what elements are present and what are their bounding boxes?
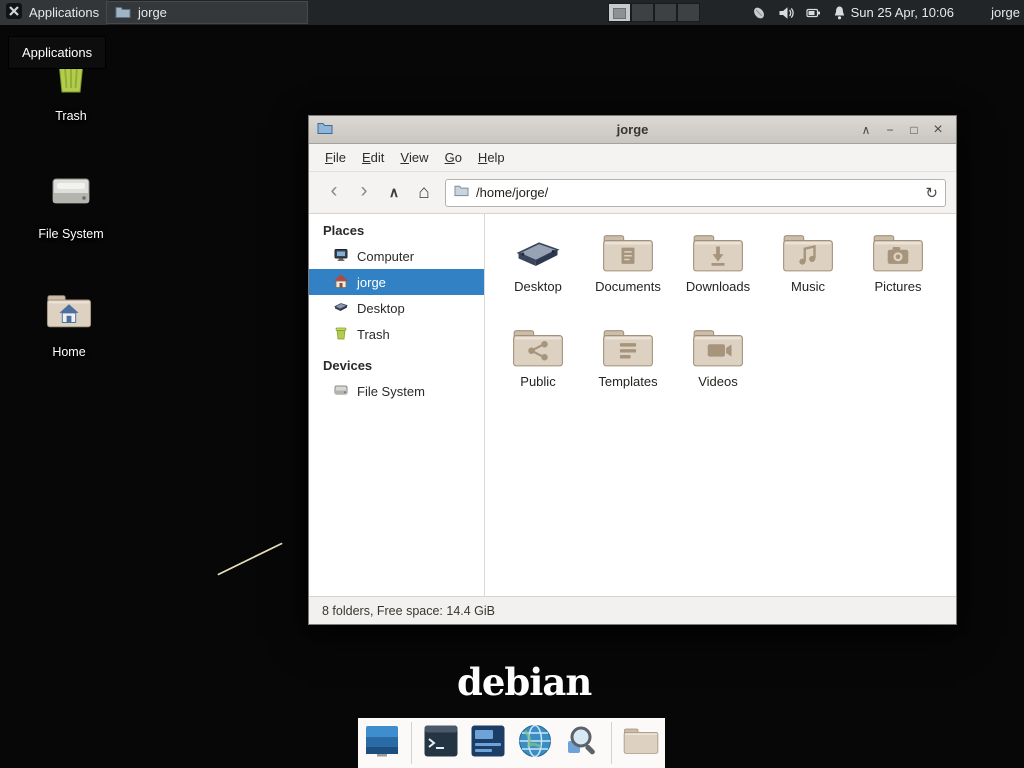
desktop[interactable]: Applications jorge [0,0,1024,768]
file-manager-launcher[interactable] [623,725,659,761]
desktop-icon-filesystem[interactable]: File System [25,168,117,241]
path-folder-icon [454,183,469,202]
workspace-1[interactable] [608,3,631,22]
debian-logo: debian [457,660,591,704]
status-text: 8 folders, Free space: 14.4 GiB [322,604,495,618]
file-manager-window: jorge ∧ − □ × File Edit View Go Help ‹ ›… [308,115,957,625]
sidebar-item-trash[interactable]: Trash [309,321,484,347]
wallpaper-swirl-line [217,542,283,575]
dock-separator [411,722,412,764]
sidebar-header-devices: Devices [309,351,484,378]
menu-view[interactable]: View [392,144,436,171]
show-desktop-icon [364,723,400,764]
system-tray [750,0,847,25]
templates-folder-icon [602,318,654,370]
workspace-2[interactable] [631,3,654,22]
file-manager-folder-icon [623,725,659,762]
dock-panel [358,718,665,768]
computer-icon [333,247,349,266]
mouse-icon[interactable] [750,5,768,21]
menu-file[interactable]: File [317,144,354,171]
drive-icon [48,168,94,219]
file-item-desktop[interactable]: Desktop [493,223,583,318]
sidebar-item-computer[interactable]: Computer [309,243,484,269]
file-item-downloads[interactable]: Downloads [673,223,763,318]
forward-button[interactable]: › [349,177,379,208]
desktop-icon-home[interactable]: Home [23,290,115,359]
sidebar: Places Computer jorge [309,214,485,596]
volume-icon[interactable] [778,5,795,21]
file-item-music[interactable]: Music [763,223,853,318]
menu-go[interactable]: Go [437,144,470,171]
music-folder-icon [782,223,834,275]
toolbar: ‹ › ∧ ⌂ /home/jorge/ ↻ [309,172,956,214]
home-icon [333,273,349,292]
videos-folder-icon [692,318,744,370]
window-titlebar[interactable]: jorge ∧ − □ × [309,116,956,144]
browser-globe-icon [517,723,553,764]
file-item-documents[interactable]: Documents [583,223,673,318]
sidebar-item-jorge[interactable]: jorge [309,269,484,295]
taskbar-window-label: jorge [138,5,167,20]
desktop-folder-icon [512,223,564,275]
app-finder-launcher[interactable] [564,725,600,761]
web-browser-launcher[interactable] [517,725,553,761]
desktop-icon-label: File System [38,227,103,241]
drive-small-icon [333,382,349,401]
menu-edit[interactable]: Edit [354,144,392,171]
downloads-folder-icon [692,223,744,275]
path-bar[interactable]: /home/jorge/ ↻ [445,179,946,207]
home-button[interactable]: ⌂ [409,179,439,207]
top-panel: Applications jorge [0,0,1024,25]
status-bar: 8 folders, Free space: 14.4 GiB [309,596,956,624]
sidebar-item-file-system[interactable]: File System [309,378,484,404]
maximize-button[interactable]: □ [904,120,924,139]
notifications-bell-icon[interactable] [832,5,847,21]
back-button[interactable]: ‹ [319,177,349,208]
file-item-templates[interactable]: Templates [583,318,673,413]
applications-menu-label: Applications [29,5,99,20]
trash-small-icon [333,325,349,344]
menu-bar: File Edit View Go Help [309,144,956,172]
applications-menu-icon [5,2,23,23]
terminal-icon [423,723,459,764]
dock-separator [611,722,612,764]
panel-username[interactable]: jorge [991,0,1020,25]
workspace-miniwindow [613,8,626,19]
app-finder-magnifier-icon [564,723,600,764]
workspace-3[interactable] [654,3,677,22]
folder-icon [115,4,131,22]
system-monitor-icon [470,723,506,764]
file-item-pictures[interactable]: Pictures [853,223,943,318]
file-item-videos[interactable]: Videos [673,318,763,413]
applications-menu-button[interactable]: Applications [0,0,108,25]
file-grid: Desktop Documents [485,214,956,596]
file-item-public[interactable]: Public [493,318,583,413]
clock[interactable]: Sun 25 Apr, 10:06 [851,0,954,25]
minimize-button[interactable]: − [880,120,900,139]
workspace-4[interactable] [677,3,700,22]
battery-icon[interactable] [805,5,822,21]
sidebar-item-desktop[interactable]: Desktop [309,295,484,321]
public-folder-icon [512,318,564,370]
workspace-pager[interactable] [608,3,700,22]
menu-help[interactable]: Help [470,144,513,171]
desktop-icon-label: Trash [55,109,87,123]
terminal-launcher[interactable] [423,725,459,761]
reload-icon[interactable]: ↻ [925,184,938,202]
home-folder-icon [46,290,92,337]
desktop-icon [333,299,349,318]
show-desktop-button[interactable] [364,725,400,761]
desktop-icon-label: Home [52,345,85,359]
up-button[interactable]: ∧ [379,179,409,207]
pictures-folder-icon [872,223,924,275]
applications-tooltip: Applications [8,36,106,69]
system-monitor-launcher[interactable] [470,725,506,761]
shade-button[interactable]: ∧ [856,120,876,139]
documents-folder-icon [602,223,654,275]
close-button[interactable]: × [928,120,948,139]
path-text: /home/jorge/ [476,185,548,200]
sidebar-header-places: Places [309,216,484,243]
taskbar-window-button[interactable]: jorge [106,1,308,24]
